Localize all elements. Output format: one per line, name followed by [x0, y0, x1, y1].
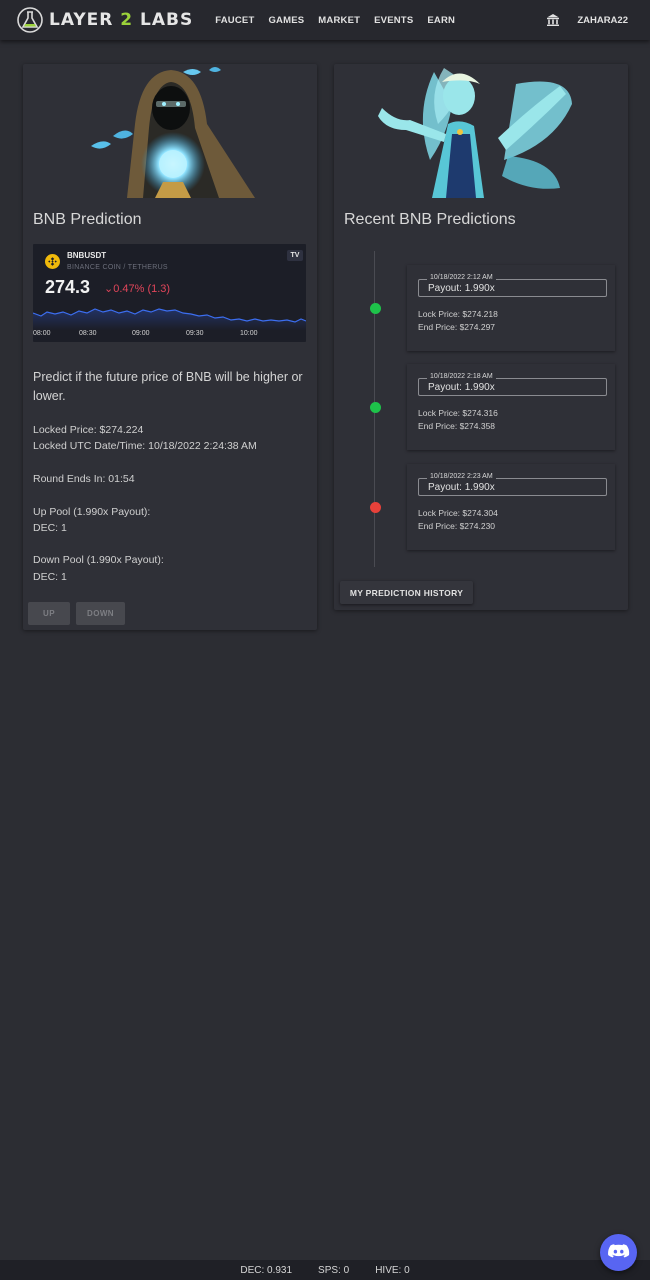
locked-datetime: Locked UTC Date/Time: 10/18/2022 2:24:38…	[33, 440, 257, 452]
ticker-change: ⌄0.47% (1.3)	[104, 283, 171, 295]
time-label: 10:00	[240, 330, 258, 337]
nav-market[interactable]: MARKET	[318, 15, 360, 26]
prediction-date: 10/18/2022 2:12 AM	[427, 274, 496, 281]
payout-field: 10/18/2022 2:12 AM Payout: 1.990x	[418, 274, 607, 297]
bank-icon[interactable]	[546, 13, 560, 27]
user-area: ZAHARA22	[546, 0, 628, 40]
time-label: 08:30	[79, 330, 97, 337]
payout-value: Payout: 1.990x	[428, 482, 495, 493]
prediction-date: 10/18/2022 2:18 AM	[427, 373, 496, 380]
nav-faucet[interactable]: FAUCET	[215, 15, 254, 26]
my-prediction-history-button[interactable]: MY PREDICTION HISTORY	[340, 581, 473, 604]
bnb-coin-icon	[45, 254, 60, 269]
time-label: 08:00	[33, 330, 51, 337]
ticker-pair-name: BINANCE COIN / TETHERUS	[67, 264, 168, 271]
prediction-date: 10/18/2022 2:23 AM	[427, 473, 496, 480]
prediction-history-item: 10/18/2022 2:12 AM Payout: 1.990x Lock P…	[407, 265, 615, 351]
dec-balance: DEC: 0.931	[240, 1264, 293, 1276]
price-sparkline	[33, 308, 306, 330]
recent-predictions-title: Recent BNB Predictions	[344, 211, 516, 228]
main-nav: FAUCET GAMES MARKET EVENTS EARN	[215, 15, 469, 26]
end-price: End Price: $274.230	[418, 521, 496, 531]
prediction-history-item: 10/18/2022 2:18 AM Payout: 1.990x Lock P…	[407, 364, 615, 450]
lock-price: Lock Price: $274.218	[418, 309, 498, 319]
top-navigation-bar: LAYER 2 LABS FAUCET GAMES MARKET EVENTS …	[0, 0, 650, 40]
brand-name: LAYER 2 LABS	[49, 10, 194, 30]
recent-predictions-card: Recent BNB Predictions 10/18/2022 2:12 A…	[334, 64, 628, 610]
nav-games[interactable]: GAMES	[268, 15, 304, 26]
price-ticker-widget[interactable]: BNBUSDT BINANCE COIN / TETHERUS 274.3 ⌄0…	[33, 244, 306, 342]
result-dot-3	[370, 502, 381, 513]
predict-up-button[interactable]: UP	[28, 602, 70, 625]
tradingview-icon[interactable]: TV	[287, 250, 303, 261]
prediction-history-item: 10/18/2022 2:23 AM Payout: 1.990x Lock P…	[407, 464, 615, 550]
discord-button[interactable]	[600, 1234, 637, 1271]
down-pool-value: DEC: 1	[33, 571, 67, 583]
sps-balance: SPS: 0	[318, 1264, 350, 1276]
prediction-actions: UP DOWN	[28, 602, 131, 625]
payout-field: 10/18/2022 2:18 AM Payout: 1.990x	[418, 373, 607, 396]
nav-earn[interactable]: EARN	[427, 15, 455, 26]
prediction-prompt: Predict if the future price of BNB will …	[33, 370, 303, 403]
predict-down-button[interactable]: DOWN	[76, 602, 125, 625]
time-label: 09:00	[132, 330, 150, 337]
prediction-title: BNB Prediction	[33, 211, 142, 228]
hive-balance: HIVE: 0	[375, 1264, 410, 1276]
flask-logo-icon	[17, 7, 43, 33]
username-menu[interactable]: ZAHARA22	[577, 15, 628, 26]
payout-value: Payout: 1.990x	[428, 382, 495, 393]
payout-field: 10/18/2022 2:23 AM Payout: 1.990x	[418, 473, 607, 496]
nav-events[interactable]: EVENTS	[374, 15, 413, 26]
up-pool-label: Up Pool (1.990x Payout):	[33, 506, 151, 518]
discord-icon	[607, 1244, 629, 1258]
ticker-price: 274.3	[45, 277, 91, 297]
ticker-symbol: BNBUSDT	[67, 251, 107, 260]
lock-price: Lock Price: $274.304	[418, 508, 498, 518]
payout-value: Payout: 1.990x	[428, 283, 495, 294]
result-dot-2	[370, 402, 381, 413]
lock-price: Lock Price: $274.316	[418, 408, 498, 418]
ticker-time-axis: 08:00 08:30 09:00 09:30 10:00	[33, 330, 306, 340]
brand-logo[interactable]: LAYER 2 LABS	[17, 7, 193, 33]
hooded-mage-illustration	[91, 67, 255, 198]
fairy-illustration	[378, 68, 572, 198]
result-dot-1	[370, 303, 381, 314]
locked-price: Locked Price: $274.224	[33, 424, 144, 436]
down-pool-label: Down Pool (1.990x Payout):	[33, 554, 164, 566]
up-pool-value: DEC: 1	[33, 522, 67, 534]
end-price: End Price: $274.297	[418, 322, 496, 332]
round-countdown: Round Ends In: 01:54	[33, 473, 135, 485]
prediction-card: BNB Prediction BNBUSDT BINANCE COIN / TE…	[23, 64, 317, 630]
balance-footer: DEC: 0.931 SPS: 0 HIVE: 0	[0, 1260, 650, 1280]
end-price: End Price: $274.358	[418, 421, 496, 431]
time-label: 09:30	[186, 330, 204, 337]
